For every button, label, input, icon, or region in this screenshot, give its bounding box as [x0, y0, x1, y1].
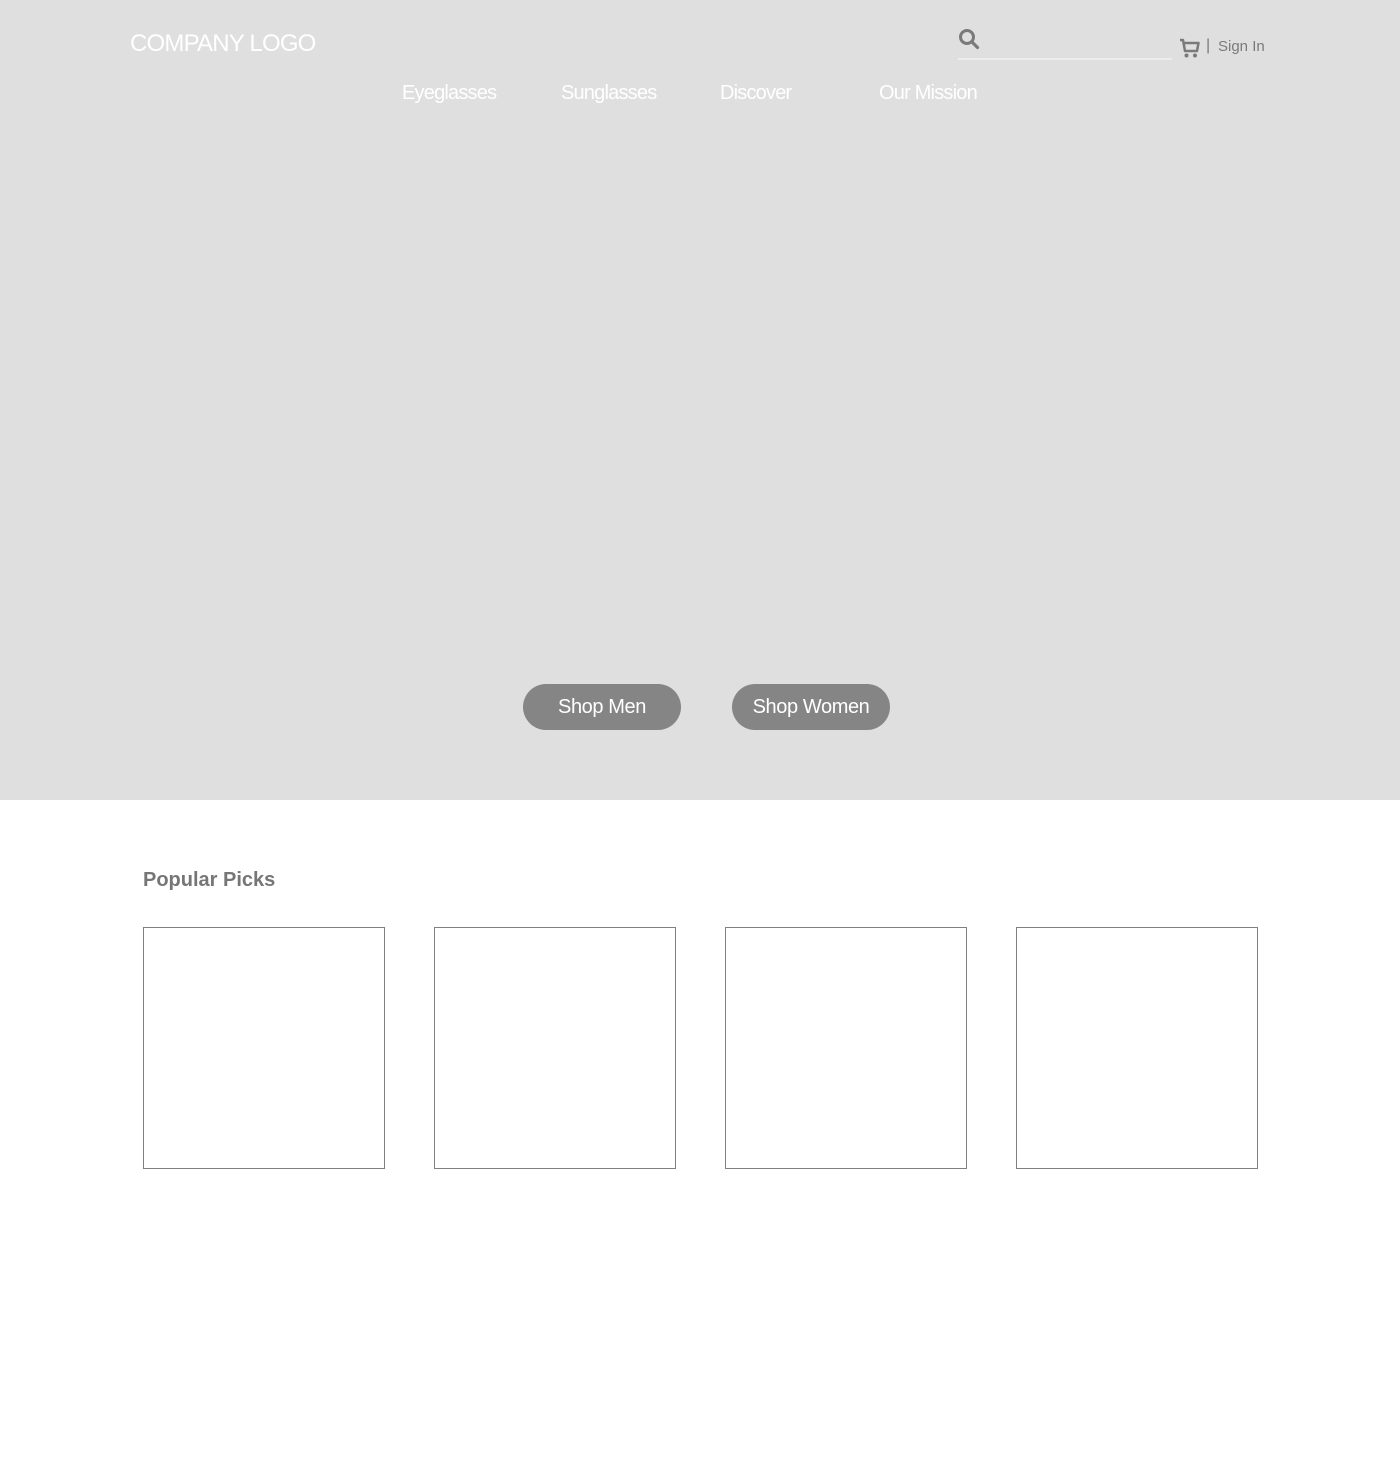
nav-item-sunglasses[interactable]: Sunglasses — [561, 82, 657, 105]
search-bar[interactable] — [958, 26, 1172, 60]
search-icon[interactable] — [958, 28, 980, 50]
shop-women-button[interactable]: Shop Women — [732, 684, 890, 730]
product-card[interactable] — [725, 927, 967, 1169]
company-logo[interactable]: COMPANY LOGO — [130, 30, 316, 58]
product-card[interactable] — [434, 927, 676, 1169]
section-title: Popular Picks — [143, 869, 276, 891]
nav-item-discover[interactable]: Discover — [720, 82, 792, 105]
product-card[interactable] — [1016, 927, 1258, 1169]
sign-in-link[interactable]: Sign In — [1218, 38, 1265, 55]
main-nav: Eyeglasses Sunglasses Discover Our Missi… — [0, 82, 1400, 112]
product-card[interactable] — [143, 927, 385, 1169]
cart-icon[interactable] — [1179, 37, 1201, 59]
nav-item-our-mission[interactable]: Our Mission — [879, 82, 978, 105]
nav-item-eyeglasses[interactable]: Eyeglasses — [402, 82, 497, 105]
shop-men-button[interactable]: Shop Men — [523, 684, 681, 730]
search-input[interactable] — [986, 26, 1170, 56]
hero-banner: COMPANY LOGO | Sign In Eyeglasses Sungla… — [0, 0, 1400, 800]
header-divider: | — [1206, 37, 1211, 54]
